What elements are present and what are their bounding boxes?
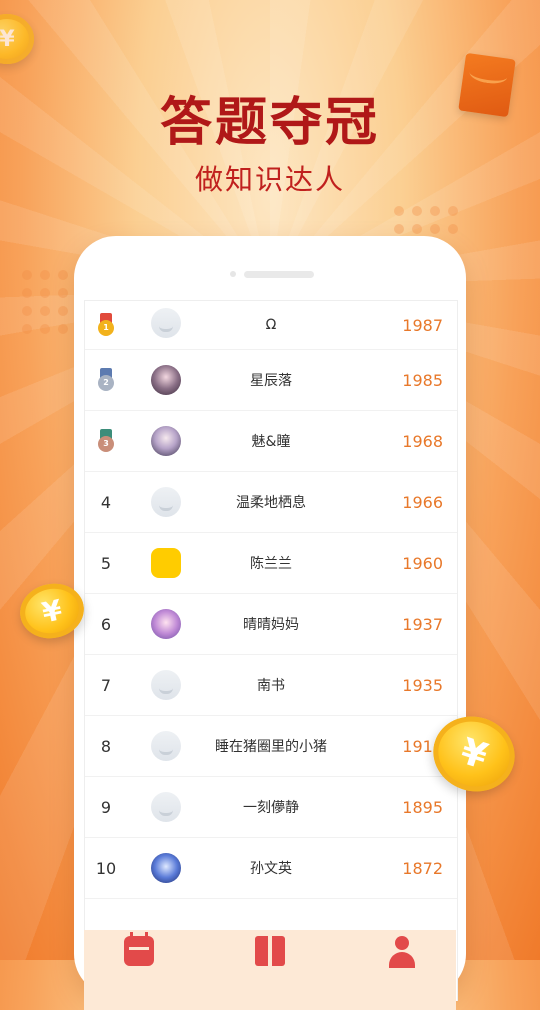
leaderboard-row[interactable]: 6 晴晴妈妈 1937 bbox=[85, 594, 457, 655]
calendar-icon[interactable] bbox=[124, 932, 154, 966]
rank-number: 8 bbox=[100, 736, 112, 756]
avatar[interactable] bbox=[151, 426, 181, 456]
player-score: 1895 bbox=[402, 797, 443, 817]
bottom-navigation bbox=[84, 930, 456, 1010]
avatar[interactable] bbox=[151, 792, 181, 822]
silver-medal-icon: 2 bbox=[97, 368, 115, 392]
gold-medal-icon: 1 bbox=[97, 313, 115, 337]
player-score: 1987 bbox=[402, 315, 443, 335]
player-name: 一刻儚静 bbox=[243, 800, 299, 816]
leaderboard-row[interactable]: 5 陈兰兰 1960 bbox=[85, 533, 457, 594]
rank-number: 4 bbox=[100, 492, 112, 512]
player-score: 1966 bbox=[402, 492, 443, 512]
page-subtitle: 做知识达人 bbox=[194, 163, 345, 196]
leaderboard-row[interactable]: 10 孙文英 1872 bbox=[85, 838, 457, 899]
leaderboard-row[interactable]: 9 一刻儚静 1895 bbox=[85, 777, 457, 838]
player-name: 孙文英 bbox=[250, 861, 292, 877]
avatar[interactable] bbox=[151, 548, 181, 578]
avatar[interactable] bbox=[151, 365, 181, 395]
coin-icon: ¥ bbox=[0, 14, 34, 64]
player-name: 南书 bbox=[257, 678, 285, 694]
rank-number: 6 bbox=[100, 614, 112, 634]
leaderboard-row[interactable]: 4 温柔地栖息 1966 bbox=[85, 472, 457, 533]
avatar[interactable] bbox=[151, 670, 181, 700]
user-icon[interactable] bbox=[387, 936, 417, 968]
leaderboard-row[interactable]: 8 睡在猪圈里的小猪 1916 bbox=[85, 716, 457, 777]
decorative-dots-left bbox=[22, 270, 68, 334]
avatar[interactable] bbox=[151, 308, 181, 338]
avatar[interactable] bbox=[151, 853, 181, 883]
phone-speaker bbox=[244, 271, 314, 278]
rank-cell: 1 bbox=[85, 301, 127, 349]
player-name: 睡在猪圈里的小猪 bbox=[215, 739, 327, 755]
player-score: 1968 bbox=[402, 431, 443, 451]
gift-icon[interactable] bbox=[255, 936, 285, 966]
avatar[interactable] bbox=[151, 609, 181, 639]
rank-number: 7 bbox=[100, 675, 112, 695]
camera-dot bbox=[230, 271, 236, 277]
avatar[interactable] bbox=[151, 731, 181, 761]
rank-cell: 2 bbox=[85, 350, 127, 410]
leaderboard-row[interactable]: 2 星辰落 1985 bbox=[85, 350, 457, 411]
leaderboard-list: 1 Ω 1987 2 星辰落 1985 3 魅&瞳 1968 4 温柔地栖息 1… bbox=[85, 301, 457, 899]
player-name: 魅&瞳 bbox=[251, 434, 291, 450]
bronze-medal-icon: 3 bbox=[97, 429, 115, 453]
page-title: 答题夺冠 bbox=[159, 92, 380, 153]
leaderboard-screen[interactable]: 1 Ω 1987 2 星辰落 1985 3 魅&瞳 1968 4 温柔地栖息 1… bbox=[84, 300, 458, 1001]
player-name: 晴晴妈妈 bbox=[243, 617, 299, 633]
rank-number: 10 bbox=[95, 858, 117, 878]
player-score: 1872 bbox=[402, 858, 443, 878]
rank-number: 5 bbox=[100, 553, 112, 573]
decorative-dots-right bbox=[394, 206, 458, 234]
player-name: 温柔地栖息 bbox=[236, 495, 306, 511]
player-score: 1935 bbox=[402, 675, 443, 695]
player-name: 陈兰兰 bbox=[250, 556, 292, 572]
leaderboard-row[interactable]: 3 魅&瞳 1968 bbox=[85, 411, 457, 472]
player-score: 1985 bbox=[402, 370, 443, 390]
rank-number: 9 bbox=[100, 797, 112, 817]
player-score: 1937 bbox=[402, 614, 443, 634]
rank-cell: 3 bbox=[85, 411, 127, 471]
player-name: 星辰落 bbox=[250, 373, 292, 389]
avatar[interactable] bbox=[151, 487, 181, 517]
player-score: 1960 bbox=[402, 553, 443, 573]
leaderboard-row[interactable]: 1 Ω 1987 bbox=[85, 301, 457, 350]
leaderboard-row[interactable]: 7 南书 1935 bbox=[85, 655, 457, 716]
phone-frame: 1 Ω 1987 2 星辰落 1985 3 魅&瞳 1968 4 温柔地栖息 1… bbox=[74, 236, 466, 1010]
player-name: Ω bbox=[265, 317, 277, 333]
